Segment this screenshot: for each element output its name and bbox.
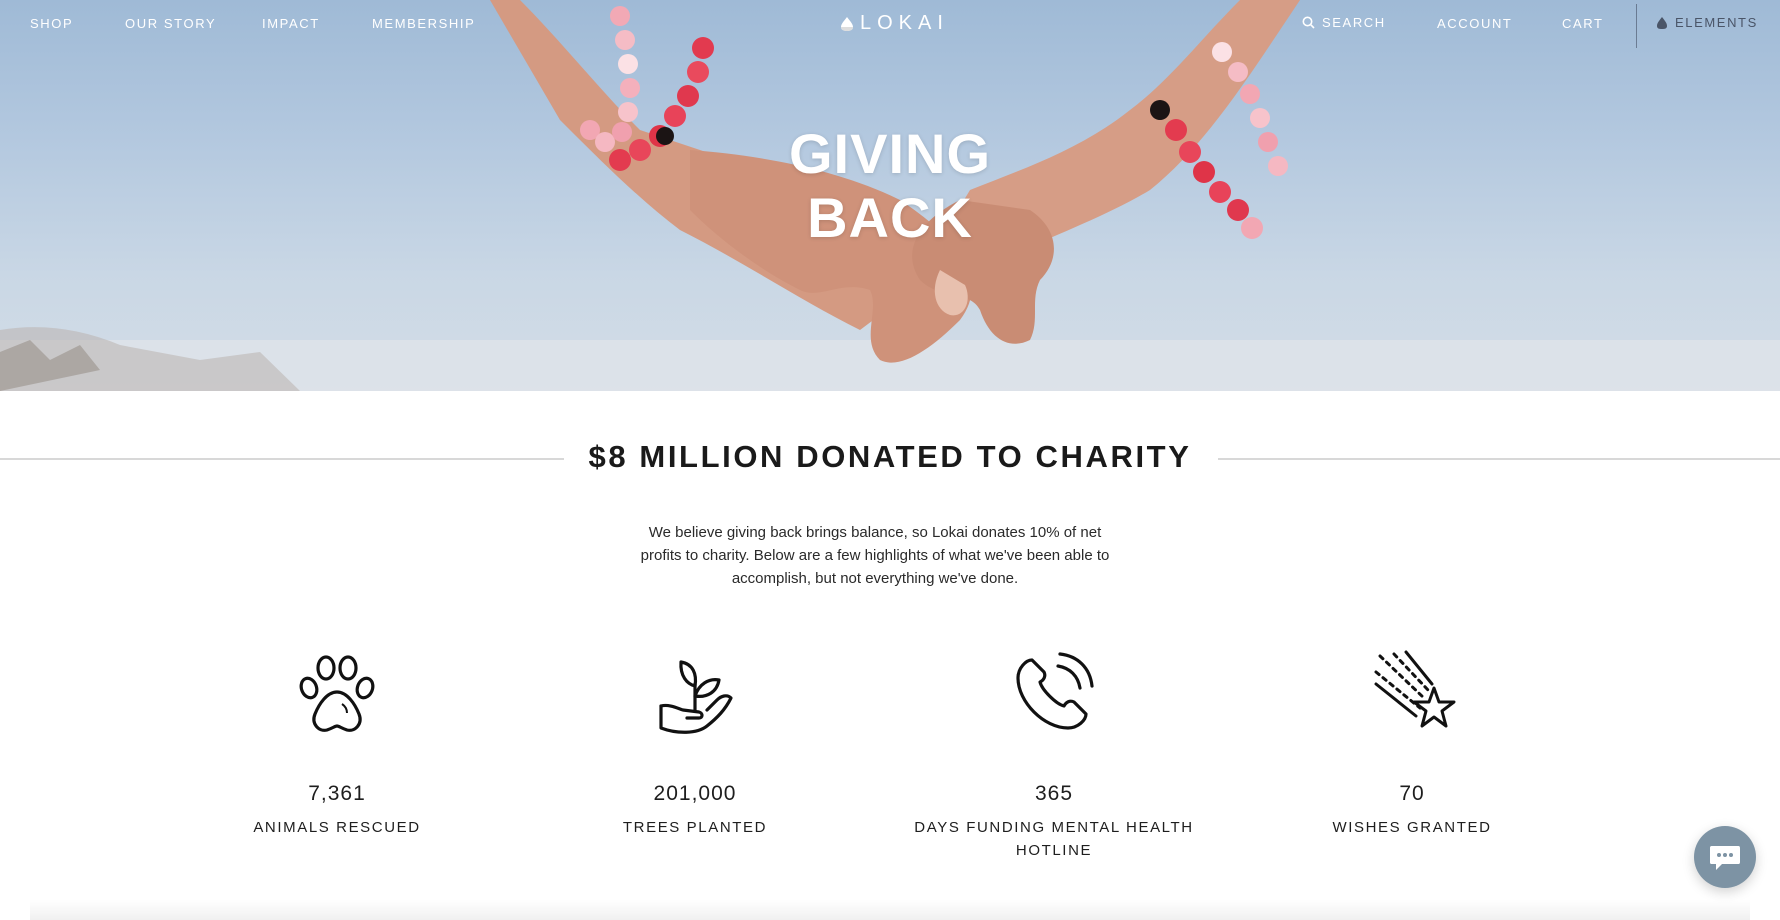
logo-text: LOKAI [860,12,949,34]
phone-icon [1016,652,1094,730]
headline-rule-left [0,458,564,460]
hero-title-line-2: BACK [807,186,973,249]
stat-label: ANIMALS RESCUED [253,819,421,836]
nav-elements-label: ELEMENTS [1675,15,1758,30]
donation-intro-text: We believe giving back brings balance, s… [640,524,1110,587]
lokai-logo[interactable]: LOKAI [840,12,949,35]
hero-banner: SHOP OUR STORY IMPACT MEMBERSHIP LOKAI S… [0,0,1780,391]
nav-shop-link[interactable]: SHOP [30,16,73,31]
chat-widget-button[interactable] [1694,826,1756,888]
nav-elements-link[interactable]: ELEMENTS [1656,15,1758,30]
stat-wishes-granted: 70 WISHES GRANTED [1262,644,1562,839]
logo-drop-icon [841,16,853,31]
nav-divider [1636,4,1637,48]
shooting-star-icon [1374,650,1456,728]
search-icon [1302,16,1315,29]
stat-label: TREES PLANTED [622,819,768,836]
headline-rule-right [1218,458,1780,460]
stat-mental-health-hotline: 365 DAYS FUNDING MENTAL HEALTH HOTLINE [904,644,1204,862]
stat-value: 201,000 [653,782,737,805]
stat-value: 365 [1034,782,1074,805]
chat-bubble-icon [1710,846,1740,870]
plant-in-hand-icon [659,660,733,734]
section-bottom-shadow [30,900,1750,920]
top-navigation: SHOP OUR STORY IMPACT MEMBERSHIP LOKAI S… [0,0,1780,48]
hero-title: GIVING BACK [690,122,1090,250]
hero-title-line-1: GIVING [788,122,992,185]
nav-impact-link[interactable]: IMPACT [262,16,320,31]
paw-icon [299,655,375,732]
nav-membership-link[interactable]: MEMBERSHIP [372,16,475,31]
elements-drop-icon [1657,16,1667,29]
nav-search-link[interactable]: SEARCH [1302,15,1386,30]
donation-headline: $8 MILLION DONATED TO CHARITY [588,439,1192,474]
stat-label: DAYS FUNDING MENTAL HEALTH HOTLINE [914,819,1194,859]
nav-cart-link[interactable]: CART [1562,16,1604,31]
nav-search-label: SEARCH [1322,15,1386,30]
nav-our-story-link[interactable]: OUR STORY [125,16,216,31]
stat-label: WISHES GRANTED [1332,819,1492,836]
nav-account-link[interactable]: ACCOUNT [1437,16,1512,31]
stat-trees-planted: 201,000 TREES PLANTED [545,644,845,839]
stat-value: 7,361 [308,782,366,805]
stat-value: 70 [1399,782,1425,805]
stat-animals-rescued: 7,361 ANIMALS RESCUED [187,644,487,839]
